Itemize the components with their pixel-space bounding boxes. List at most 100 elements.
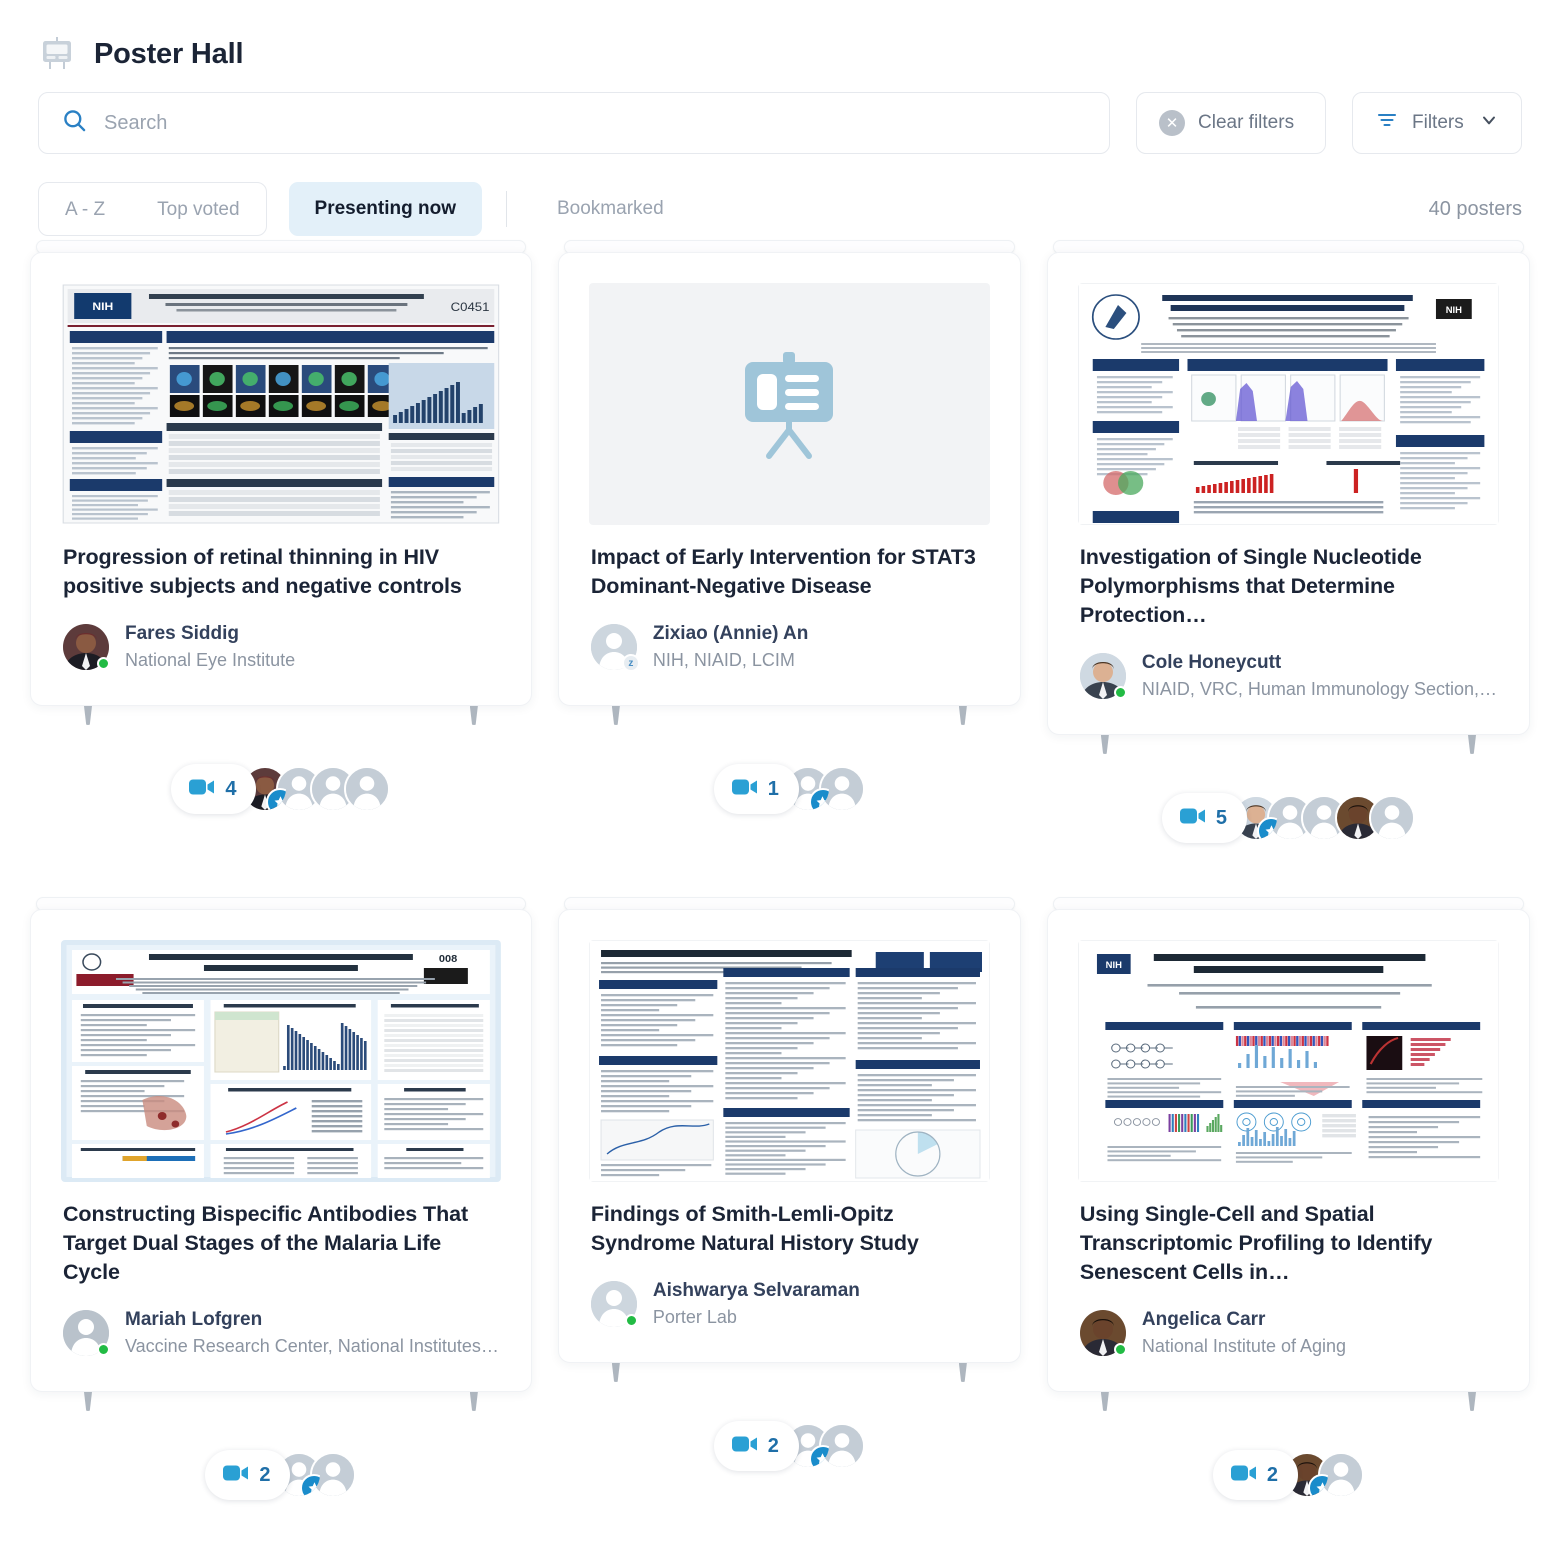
avatar: z bbox=[590, 624, 640, 672]
tab-top-voted[interactable]: Top voted bbox=[131, 183, 265, 235]
avatar bbox=[63, 1310, 110, 1356]
author-text: Zixiao (Annie) An NIH, NIAID, LCIM bbox=[653, 623, 988, 671]
clear-filters-button[interactable]: ✕ Clear filters bbox=[1136, 92, 1326, 154]
easel-leg-left bbox=[84, 1392, 92, 1411]
easel-leg-left bbox=[611, 706, 620, 725]
star-badge bbox=[808, 1445, 829, 1467]
presence-inner: 2 bbox=[713, 1421, 865, 1471]
video-count-pill[interactable]: 1 bbox=[713, 764, 799, 814]
video-count: 4 bbox=[225, 777, 237, 800]
author-name: Cole Honeycutt bbox=[1141, 652, 1282, 673]
status-online-dot bbox=[97, 1343, 110, 1356]
video-count-pill[interactable]: 5 bbox=[1161, 793, 1247, 843]
poster-thumbnail-wrap: NIH C0451 bbox=[31, 253, 531, 525]
poster-title: Findings of Smith-Lemli-Opitz Syndrome N… bbox=[590, 1202, 919, 1255]
poster-card[interactable]: 008 Constructing Bispecific Antibodies T… bbox=[30, 909, 532, 1392]
tab-bookmarked[interactable]: Bookmarked bbox=[531, 182, 690, 236]
tab-presenting-now[interactable]: Presenting now bbox=[288, 182, 482, 236]
presence-inner: 2 bbox=[205, 1450, 357, 1500]
poster-thumbnail-wrap bbox=[559, 253, 1020, 525]
poster-cell: 008 Constructing Bispecific Antibodies T… bbox=[30, 897, 532, 1554]
author-name: Zixiao (Annie) An bbox=[652, 623, 809, 644]
poster-thumbnail[interactable]: 008 bbox=[61, 940, 501, 1182]
poster-thumbnail[interactable] bbox=[588, 940, 990, 1182]
video-count: 2 bbox=[1266, 1463, 1278, 1486]
video-camera-icon bbox=[1179, 807, 1206, 830]
search-box[interactable] bbox=[38, 92, 1110, 154]
page-title: Poster Hall bbox=[94, 37, 244, 70]
avatar bbox=[1079, 1310, 1127, 1356]
poster-card[interactable]: Findings of Smith-Lemli-Opitz Syndrome N… bbox=[557, 909, 1021, 1363]
tab-divider bbox=[506, 191, 507, 227]
svg-text:NIH: NIH bbox=[1446, 305, 1463, 315]
poster-count: 40 posters bbox=[1428, 197, 1522, 220]
poster-thumbnail[interactable]: NIH bbox=[1077, 940, 1499, 1182]
svg-text:NIH: NIH bbox=[1106, 960, 1123, 970]
poster-title: Using Single-Cell and Spatial Transcript… bbox=[1079, 1202, 1433, 1284]
author-affiliation: National Eye Institute bbox=[125, 650, 296, 670]
avatar bbox=[590, 1281, 638, 1327]
poster-easel: Findings of Smith-Lemli-Opitz Syndrome N… bbox=[557, 897, 1021, 1385]
search-icon bbox=[61, 107, 88, 139]
easel-legs bbox=[78, 706, 484, 728]
video-camera-icon bbox=[223, 1464, 249, 1487]
filter-lines-icon bbox=[1375, 108, 1399, 138]
video-camera-icon bbox=[731, 778, 758, 801]
easel-legs bbox=[1095, 735, 1482, 757]
easel-leg-right bbox=[1468, 1392, 1476, 1411]
author-text: Fares Siddig National Eye Institute bbox=[125, 623, 499, 671]
presence-avatar-stack[interactable] bbox=[1233, 795, 1415, 841]
presentation-board-icon bbox=[38, 35, 76, 73]
status-online-dot bbox=[1113, 1343, 1127, 1356]
presence-inner: 1 bbox=[713, 764, 865, 814]
poster-card-body: Progression of retinal thinning in HIV p… bbox=[31, 525, 531, 705]
easel-leg-right bbox=[958, 1363, 967, 1382]
poster-card[interactable]: NIH C0451 Progression of retinal thinnin… bbox=[30, 252, 532, 706]
author-name: Fares Siddig bbox=[125, 623, 240, 644]
poster-title: Progression of retinal thinning in HIV p… bbox=[63, 545, 462, 598]
poster-thumbnail-wrap: NIH bbox=[1048, 910, 1529, 1182]
video-count-pill[interactable]: 2 bbox=[1212, 1450, 1298, 1500]
easel-leg-left bbox=[84, 706, 92, 725]
filters-button[interactable]: Filters bbox=[1352, 92, 1522, 154]
video-count-pill[interactable]: 2 bbox=[713, 1421, 799, 1471]
poster-card[interactable]: Impact of Early Intervention for STAT3 D… bbox=[557, 252, 1021, 706]
sort-filter-tabs: A - Z Top voted Presenting now Bookmarke… bbox=[0, 154, 1560, 240]
poster-thumbnail[interactable]: NIH C0451 bbox=[61, 283, 501, 525]
search-input[interactable] bbox=[104, 111, 1087, 135]
author-text: Mariah Lofgren Vaccine Research Center, … bbox=[125, 1309, 499, 1357]
star-badge bbox=[808, 788, 829, 810]
status-online-dot bbox=[624, 1314, 638, 1327]
presence-avatar[interactable] bbox=[1369, 795, 1415, 841]
poster-easel: NIH bbox=[1046, 897, 1530, 1414]
author-affiliation: Porter Lab bbox=[652, 1307, 737, 1327]
svg-text:008: 008 bbox=[439, 953, 457, 964]
poster-thumbnail[interactable] bbox=[588, 283, 990, 525]
video-count-pill[interactable]: 2 bbox=[205, 1450, 291, 1500]
svg-text:NIH: NIH bbox=[92, 301, 113, 312]
poster-card-body: Impact of Early Intervention for STAT3 D… bbox=[559, 525, 1020, 705]
poster-thumbnail[interactable]: NIH bbox=[1077, 283, 1499, 525]
video-count-pill[interactable]: 4 bbox=[171, 764, 257, 814]
star-badge bbox=[266, 788, 287, 810]
author-affiliation: NIH, NIAID, LCIM bbox=[652, 650, 795, 670]
poster-easel: NIH C0451 Progression of retinal thinnin… bbox=[30, 240, 532, 728]
poster-card-body: Using Single-Cell and Spatial Transcript… bbox=[1048, 1182, 1529, 1391]
author-affiliation: Vaccine Research Center, National Instit… bbox=[125, 1336, 499, 1356]
star-badge bbox=[1308, 1474, 1328, 1496]
presence-avatar[interactable] bbox=[344, 766, 391, 812]
presence-avatar-stack[interactable] bbox=[242, 766, 391, 812]
chevron-down-icon bbox=[1479, 110, 1499, 136]
poster-cell: Impact of Early Intervention for STAT3 D… bbox=[557, 240, 1021, 897]
author-text: Angelica Carr National Institute of Agin… bbox=[1142, 1309, 1497, 1357]
poster-easel: NIH bbox=[1046, 240, 1530, 757]
presence-inner: 5 bbox=[1161, 793, 1415, 843]
presence-bar: 4 bbox=[30, 762, 532, 816]
poster-card[interactable]: NIH bbox=[1046, 909, 1530, 1392]
tab-a-z[interactable]: A - Z bbox=[39, 183, 131, 235]
poster-card[interactable]: NIH bbox=[1046, 252, 1530, 735]
easel-leg-right bbox=[469, 1392, 478, 1411]
poster-author-row: Aishwarya Selvaraman Porter Lab bbox=[590, 1280, 988, 1328]
poster-grid: NIH C0451 Progression of retinal thinnin… bbox=[0, 240, 1560, 1554]
sort-segmented-control: A - Z Top voted bbox=[38, 182, 267, 236]
